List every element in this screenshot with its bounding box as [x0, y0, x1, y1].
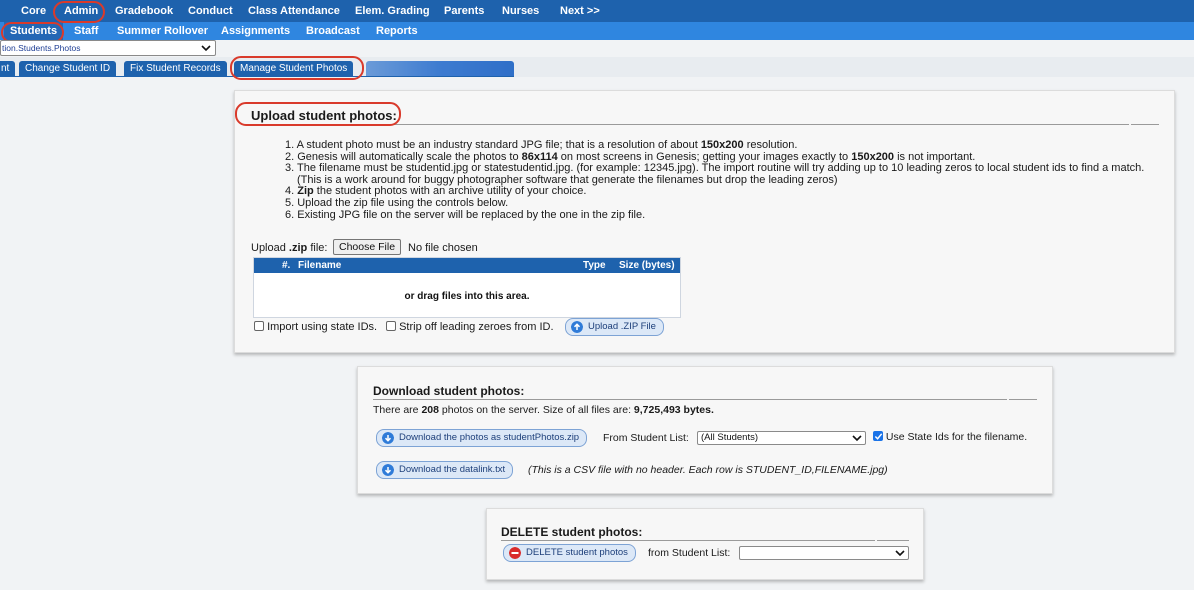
tab-partial[interactable]: nt: [0, 61, 16, 77]
upload-zip-button-label: Upload .ZIP File: [588, 321, 656, 332]
tab-underline: [0, 76, 514, 77]
sub-nav: Students Staff Summer Rollover Assignmen…: [0, 22, 1194, 40]
tab-change-student-id[interactable]: Change Student ID: [19, 61, 117, 77]
stop-icon: [509, 547, 521, 559]
subnav-students[interactable]: Students: [4, 22, 64, 40]
from-student-list-label: From Student List:: [603, 432, 689, 444]
file-table-header: #. Filename Type Size (bytes): [254, 258, 680, 273]
file-drop-area[interactable]: #. Filename Type Size (bytes) or drag fi…: [253, 257, 681, 318]
page-select-value: tion.Students.Photos: [2, 43, 81, 53]
import-state-ids-checkbox[interactable]: [254, 321, 264, 331]
download-panel: Download student photos: There are 208 p…: [357, 366, 1053, 494]
strip-zeroes-label: Strip off leading zeroes from ID.: [399, 321, 554, 333]
chevron-down-icon: [852, 435, 862, 442]
use-state-ids-option[interactable]: Use State Ids for the filename.: [873, 431, 1027, 443]
import-state-ids-label: Import using state IDs.: [267, 321, 378, 333]
subnav-broadcast[interactable]: Broadcast: [306, 22, 360, 40]
delete-from-student-list-label: from Student List:: [648, 547, 731, 559]
total-size: 9,725,493 bytes.: [633, 404, 714, 416]
subnav-reports[interactable]: Reports: [376, 22, 418, 40]
download-datalink-button[interactable]: Download the datalink.txt: [376, 461, 514, 479]
download-info: There are 208 photos on the server. Size…: [373, 404, 714, 416]
col-filename: Filename: [298, 260, 342, 271]
chevron-down-icon: [895, 550, 905, 557]
upload-zip-label: Upload .zip file:: [251, 242, 328, 254]
delete-student-list-select[interactable]: [739, 546, 909, 560]
nav-nurses[interactable]: Nurses: [502, 0, 539, 22]
col-type: Type: [583, 260, 606, 271]
download-datalink-button-label: Download the datalink.txt: [399, 464, 506, 475]
download-arrow-icon: [382, 432, 394, 444]
download-arrow-icon: [382, 464, 394, 476]
divider: [373, 399, 1007, 400]
upload-rules-list: 1. A student photo must be an industry s…: [285, 139, 1144, 221]
top-nav: Core Admin Gradebook Conduct Class Atten…: [0, 0, 1194, 22]
nav-class-attendance[interactable]: Class Attendance: [248, 0, 340, 22]
subnav-staff[interactable]: Staff: [74, 22, 98, 40]
col-size: Size (bytes): [619, 260, 675, 271]
datalink-note: (This is a CSV file with no header. Each…: [528, 464, 888, 476]
strip-zeroes-option[interactable]: Strip off leading zeroes from ID.: [386, 321, 554, 333]
subnav-summer-rollover[interactable]: Summer Rollover: [117, 22, 208, 40]
checkmark-icon: [874, 433, 883, 440]
nav-core[interactable]: Core: [21, 0, 46, 22]
divider: [1009, 399, 1037, 400]
page-select[interactable]: tion.Students.Photos: [0, 40, 216, 56]
nav-next[interactable]: Next >>: [560, 0, 600, 22]
nav-gradebook[interactable]: Gradebook: [115, 0, 173, 22]
chevron-down-icon: [201, 45, 211, 52]
choose-file-button[interactable]: Choose File: [333, 239, 402, 255]
tab-manage-student-photos[interactable]: Manage Student Photos: [234, 61, 354, 77]
import-state-ids-option[interactable]: Import using state IDs.: [254, 321, 377, 333]
download-zip-button-label: Download the photos as studentPhotos.zip: [399, 432, 580, 443]
nav-elem-grading[interactable]: Elem. Grading: [355, 0, 430, 22]
divider: [877, 540, 909, 541]
tab-blurred[interactable]: [366, 61, 514, 77]
photo-count: 208: [421, 404, 439, 416]
tab-fix-student-records[interactable]: Fix Student Records: [124, 61, 227, 77]
use-state-ids-label: Use State Ids for the filename.: [885, 431, 1028, 443]
nav-conduct[interactable]: Conduct: [188, 0, 233, 22]
nav-parents[interactable]: Parents: [444, 0, 484, 22]
download-zip-button[interactable]: Download the photos as studentPhotos.zip: [376, 429, 588, 447]
upload-rule-item: 6. Existing JPG file on the server will …: [285, 208, 646, 221]
download-student-list-select[interactable]: (All Students): [697, 431, 866, 445]
no-file-chosen-text: No file chosen: [408, 242, 478, 254]
delete-photos-button-label: DELETE student photos: [526, 547, 628, 558]
tab-strip: nt Change Student ID Fix Student Records…: [0, 57, 1194, 77]
nav-admin[interactable]: Admin: [64, 0, 98, 22]
delete-title: DELETE student photos:: [501, 525, 643, 539]
drag-files-hint: or drag files into this area.: [404, 291, 530, 302]
subnav-assignments[interactable]: Assignments: [221, 22, 290, 40]
delete-photos-button[interactable]: DELETE student photos: [503, 544, 636, 562]
use-state-ids-checkbox[interactable]: [873, 431, 883, 441]
upload-zip-button[interactable]: Upload .ZIP File: [565, 318, 664, 336]
divider: [251, 124, 1129, 125]
divider: [1131, 124, 1159, 125]
strip-zeroes-checkbox[interactable]: [386, 321, 396, 331]
download-title: Download student photos:: [373, 384, 525, 398]
delete-panel: DELETE student photos: DELETE student ph…: [486, 508, 924, 580]
divider: [501, 540, 875, 541]
col-num: #.: [282, 260, 291, 271]
upload-panel: Upload student photos: 1. A student phot…: [234, 90, 1175, 353]
upload-arrow-icon: [571, 321, 583, 333]
download-student-list-value: (All Students): [701, 432, 759, 443]
upload-title: Upload student photos:: [251, 108, 397, 123]
